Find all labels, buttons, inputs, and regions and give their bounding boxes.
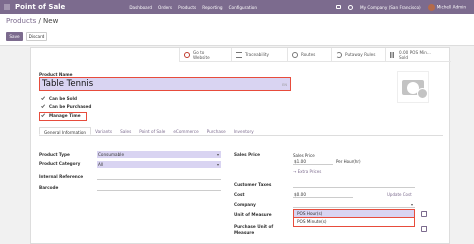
breadcrumb-products[interactable]: Products	[6, 17, 36, 25]
sold-stat: 0.00 POS Min... Sold	[399, 50, 431, 60]
traceability-label: Traceability	[245, 52, 269, 57]
menu-products[interactable]: Products	[178, 5, 196, 10]
can-be-sold-row[interactable]: Can be Sold	[41, 96, 77, 101]
unit-of-measure-label: Unit of Measure	[234, 212, 272, 217]
cost-label: Cost	[234, 192, 245, 197]
chevron-down-icon	[217, 153, 219, 156]
can-be-purchased-label: Can be Purchased	[49, 104, 92, 109]
tab-general-information[interactable]: General Information	[39, 127, 92, 135]
uom-dropdown-menu: POS Hour(s) POS Minute(s)	[293, 209, 415, 227]
putaway-rules-button[interactable]: Putaway Rules	[331, 48, 385, 62]
breadcrumb-current: New	[43, 17, 59, 25]
cost-input[interactable]: $0.00	[293, 191, 353, 198]
company-switcher[interactable]: My Company (San Francisco)	[360, 5, 421, 10]
extra-prices-button[interactable]: → Extra Prices	[293, 169, 321, 174]
customer-taxes-label: Customer Taxes	[234, 182, 272, 187]
control-panel: Products / New Save Discard	[0, 14, 474, 46]
go-to-website-label: Go to Website	[193, 49, 210, 60]
per-hour-unit: Per Hour(hr)	[336, 159, 361, 164]
discard-button[interactable]: Discard	[26, 32, 47, 41]
routes-button[interactable]: Routes	[287, 48, 331, 62]
product-category-value: All	[98, 162, 104, 167]
product-category-label: Product Category	[39, 161, 81, 166]
menu-configuration[interactable]: Configuration	[229, 5, 257, 10]
purchase-uom-label: Purchase Unit of Measure	[234, 224, 274, 235]
smart-buttons: Go to Website Traceability Routes Putawa…	[179, 48, 451, 62]
arrows-icon	[236, 51, 242, 58]
check-icon	[41, 97, 45, 101]
app-title[interactable]: Point of Sale	[15, 3, 65, 11]
product-type-label: Product Type	[39, 152, 70, 157]
notebook-tabs: General Information Variants Sales Point…	[39, 127, 443, 136]
menu-dashboard[interactable]: Dashboard	[129, 5, 152, 10]
user-name: Michell Admin	[436, 4, 466, 9]
external-link-icon[interactable]	[421, 211, 427, 217]
language-flag[interactable]: EN	[282, 79, 287, 91]
product-image-upload[interactable]	[397, 71, 429, 103]
check-icon	[41, 105, 45, 109]
putaway-rules-label: Putaway Rules	[345, 52, 376, 57]
company-select[interactable]	[293, 201, 415, 208]
sales-price-input[interactable]: $1.00	[293, 158, 333, 165]
activity-clock-icon[interactable]	[347, 4, 353, 10]
can-be-purchased-row[interactable]: Can be Purchased	[41, 104, 91, 109]
uom-option-pos-hours[interactable]: POS Hour(s)	[294, 210, 414, 218]
tab-inventory[interactable]: Inventory	[230, 127, 258, 135]
refresh-icon	[336, 51, 342, 58]
routes-label: Routes	[301, 52, 316, 57]
form-sheet: Go to Website Traceability Routes Putawa…	[30, 47, 451, 244]
check-icon	[41, 114, 45, 118]
tab-point-of-sale[interactable]: Point of Sale	[135, 127, 169, 135]
barcode-label: Barcode	[39, 185, 59, 190]
navbar-right: My Company (San Francisco) Michell Admin	[335, 0, 466, 14]
internal-reference-label: Internal Reference	[39, 174, 84, 179]
company-label: Company	[234, 202, 256, 207]
cost-value: $0.00	[294, 192, 306, 197]
external-link-icon[interactable]	[421, 226, 427, 232]
barcode-input[interactable]	[97, 184, 221, 191]
camera-icon	[402, 79, 428, 99]
save-button[interactable]: Save	[6, 32, 23, 41]
customer-taxes-input[interactable]	[293, 181, 415, 188]
tab-purchase[interactable]: Purchase	[203, 127, 230, 135]
sales-price-value: $1.00	[294, 159, 306, 164]
update-cost-button[interactable]: Update Cost	[387, 192, 412, 197]
chevron-down-icon	[411, 203, 413, 206]
manage-time-label: Manage Time	[49, 113, 81, 118]
tab-sales[interactable]: Sales	[116, 127, 135, 135]
extra-prices-label: Extra Prices	[297, 169, 322, 174]
product-category-select[interactable]: All	[97, 161, 221, 168]
product-name-value: Table Tennis	[42, 79, 94, 89]
apps-menu-icon[interactable]	[0, 0, 14, 14]
sold-button[interactable]: 0.00 POS Min... Sold	[385, 48, 451, 62]
tab-variants[interactable]: Variants	[91, 127, 116, 135]
cogs-icon	[292, 51, 298, 58]
product-name-input[interactable]: Table Tennis EN	[39, 77, 291, 91]
product-type-value: Consumable	[98, 152, 125, 157]
chevron-down-icon	[217, 163, 219, 166]
breadcrumb: Products / New	[6, 17, 58, 25]
user-menu[interactable]: Michell Admin	[427, 3, 466, 11]
sold-label: Sold	[399, 54, 409, 60]
menu-orders[interactable]: Orders	[158, 5, 172, 10]
manage-time-row[interactable]: Manage Time	[41, 113, 81, 118]
globe-icon	[184, 51, 190, 58]
avatar	[427, 3, 435, 11]
can-be-sold-label: Can be Sold	[49, 96, 77, 101]
tab-ecommerce[interactable]: eCommerce	[169, 127, 202, 135]
top-navbar: Point of Sale Dashboard Orders Products …	[0, 0, 474, 14]
chat-bubble-icon[interactable]	[335, 5, 341, 9]
sales-price-label: Sales Price	[234, 152, 260, 157]
internal-reference-input[interactable]	[97, 173, 221, 180]
uom-option-pos-minutes[interactable]: POS Minute(s)	[294, 218, 414, 226]
menu-reporting[interactable]: Reporting	[202, 5, 222, 10]
main-menu: Dashboard Orders Products Reporting Conf…	[129, 5, 257, 10]
go-to-website-button[interactable]: Go to Website	[179, 48, 231, 62]
bar-chart-icon	[390, 51, 396, 58]
product-type-select[interactable]: Consumable	[97, 151, 221, 158]
traceability-button[interactable]: Traceability	[231, 48, 287, 62]
